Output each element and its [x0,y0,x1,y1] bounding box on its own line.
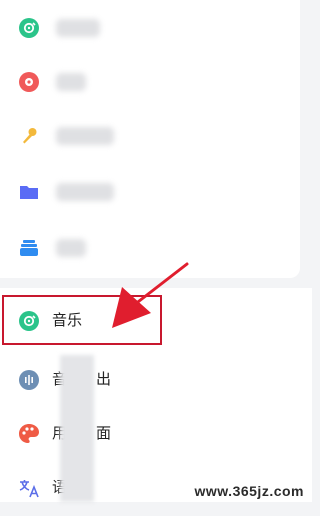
watermark: www.365jz.com [194,483,304,499]
annotation-arrow-icon [112,262,189,328]
